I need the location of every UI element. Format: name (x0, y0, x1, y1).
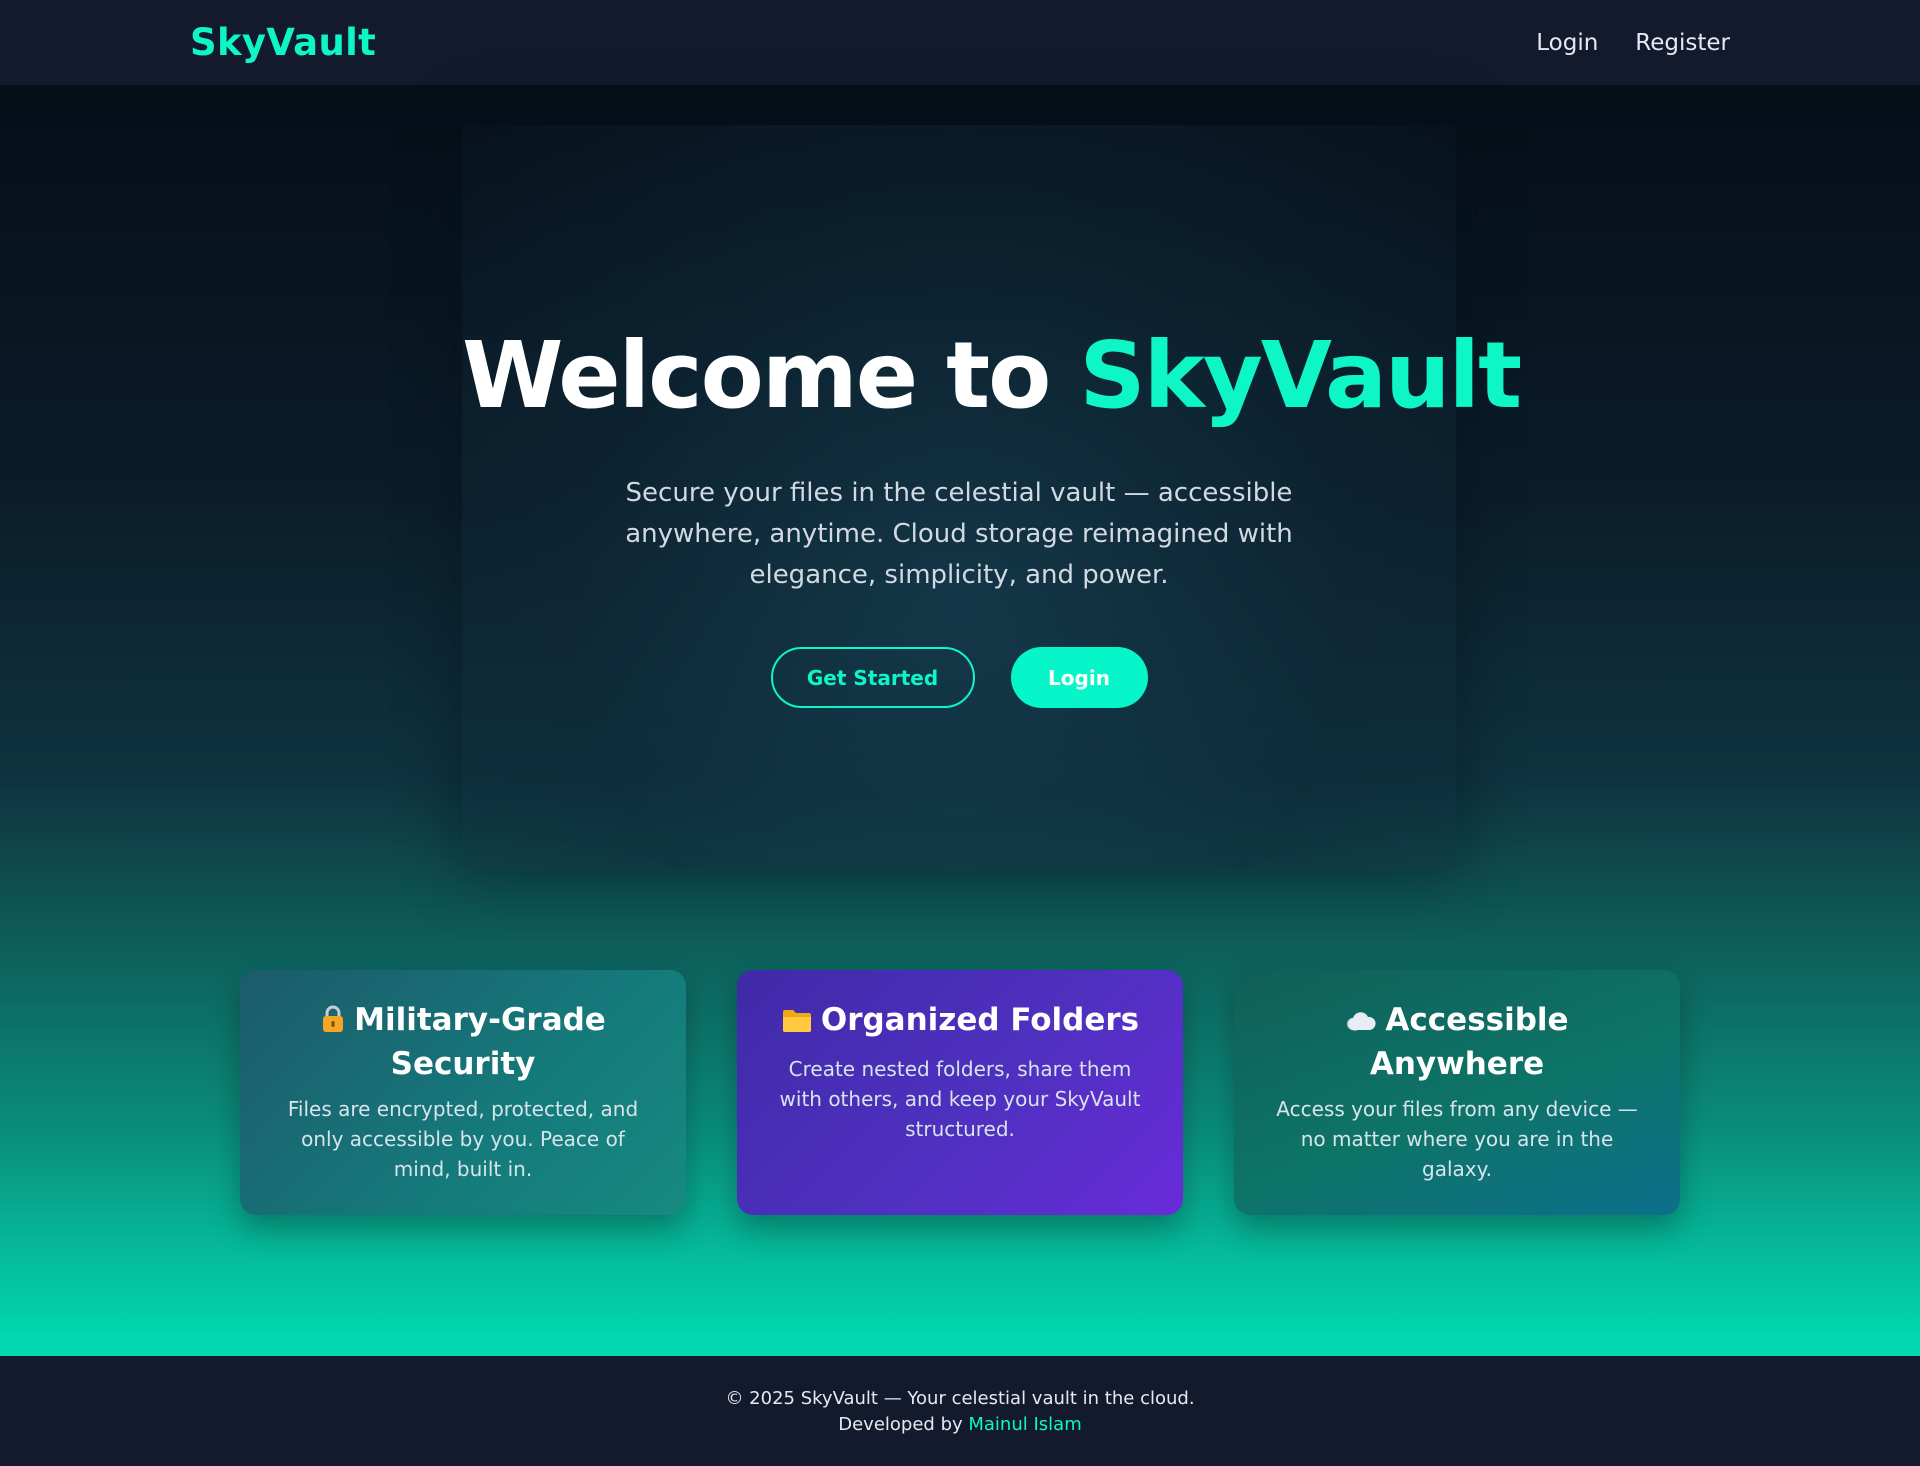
lock-icon (320, 1004, 346, 1044)
footer-developed-by: Developed by (838, 1414, 969, 1435)
footer-copyright: © 2025 SkyVault — Your celestial vault i… (725, 1388, 1195, 1409)
hero-buttons: Get Started Login (462, 647, 1456, 708)
feature-card-description: Create nested folders, share them with o… (779, 1057, 1141, 1141)
nav-login-link[interactable]: Login (1536, 30, 1598, 56)
hero-title-prefix: Welcome to (462, 322, 1080, 429)
feature-card-title-text: Military-Grade Security (354, 1002, 606, 1082)
feature-card-title: Accessible Anywhere (1268, 1000, 1646, 1084)
footer-credit: Developed by Mainul Islam (0, 1412, 1920, 1438)
folder-icon (781, 1004, 813, 1044)
brand-logo[interactable]: SkyVault (190, 21, 376, 64)
hero-title: Welcome to SkyVault (462, 322, 1522, 429)
nav-links: Login Register (1536, 30, 1730, 56)
hero-section: Welcome to SkyVault Secure your files in… (462, 125, 1522, 870)
footer: © 2025 SkyVault — Your celestial vault i… (0, 1356, 1920, 1466)
feature-card-title-text: Organized Folders (820, 1002, 1140, 1038)
feature-card-title: Organized Folders (771, 1000, 1149, 1044)
hero-subtitle: Secure your files in the celestial vault… (625, 478, 1293, 590)
hero-login-button[interactable]: Login (1010, 647, 1148, 708)
feature-card-description: Access your files from any device — no m… (1276, 1097, 1638, 1181)
feature-card-folders: Organized Folders Create nested folders,… (737, 970, 1183, 1215)
feature-card-description: Files are encrypted, protected, and only… (287, 1097, 639, 1181)
navbar: SkyVault Login Register (0, 0, 1920, 85)
feature-card-title: Military-Grade Security (274, 1000, 652, 1084)
feature-card-anywhere: Accessible Anywhere Access your files fr… (1234, 970, 1680, 1215)
developer-link[interactable]: Mainul Islam (968, 1414, 1081, 1435)
feature-cards: Military-Grade Security Files are encryp… (240, 970, 1680, 1215)
hero-title-accent: SkyVault (1079, 322, 1522, 429)
feature-card-security: Military-Grade Security Files are encryp… (240, 970, 686, 1215)
nav-register-link[interactable]: Register (1635, 30, 1730, 56)
get-started-button[interactable]: Get Started (770, 647, 975, 708)
cloud-icon (1345, 1004, 1377, 1044)
feature-card-title-text: Accessible Anywhere (1369, 1002, 1569, 1082)
